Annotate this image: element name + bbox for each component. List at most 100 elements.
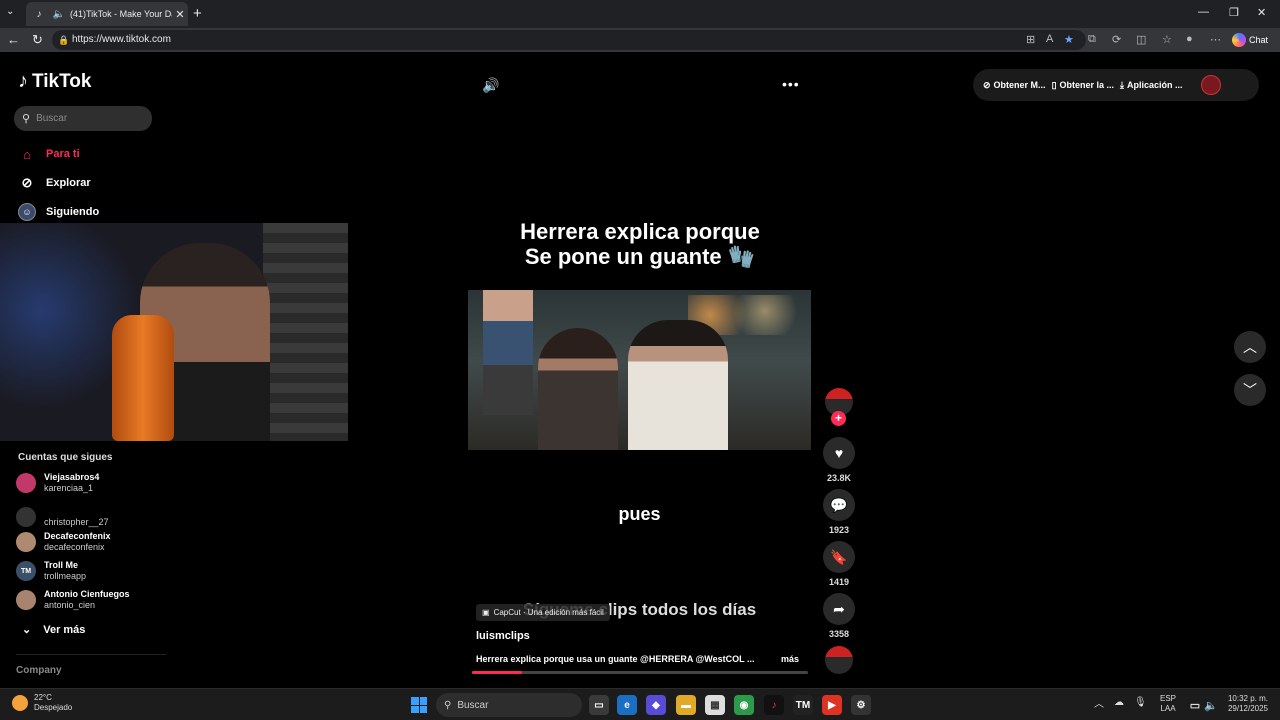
heart-icon: ♥ <box>834 445 844 461</box>
youtube-icon[interactable]: ▶ <box>822 695 842 715</box>
browser-tab-bar: ⌄ ♪ 🔈 (41)TikTok - Make Your Day ✕ + — ❐… <box>0 0 1280 28</box>
like-count: 23.8K <box>826 473 852 483</box>
tiktok-favicon-icon: ♪ <box>36 8 42 20</box>
close-window-button[interactable]: ✕ <box>1257 6 1266 19</box>
chrome-icon[interactable]: ◉ <box>734 695 754 715</box>
like-button[interactable]: ♥ <box>823 437 855 469</box>
video-progress-bar[interactable] <box>472 671 808 674</box>
save-count: 1419 <box>828 577 850 587</box>
save-button[interactable]: 🔖 <box>823 541 855 573</box>
nav-item-siguiendo[interactable]: ☺ Siguiendo <box>18 203 99 221</box>
copilot-chat-button[interactable]: Chat <box>1232 31 1268 49</box>
restore-button[interactable]: ❐ <box>1229 6 1239 19</box>
menu-dots-icon[interactable]: ⋯ <box>1210 33 1221 46</box>
caption-line-2: Se pone un guante 🧤 <box>524 244 756 269</box>
minimize-button[interactable]: — <box>1198 6 1209 18</box>
nav-item-para-ti[interactable]: ⌂ Para ti <box>18 145 80 163</box>
store-icon[interactable]: ▦ <box>705 695 725 715</box>
trollme-app-icon[interactable]: TM <box>793 695 813 715</box>
account-handle: decafeconfenix <box>44 542 105 552</box>
account-name: Antonio Cienfuegos <box>44 589 130 599</box>
comment-icon: 💬 <box>830 496 848 513</box>
follow-plus-button[interactable]: + <box>831 411 846 426</box>
file-explorer-icon[interactable]: ▬ <box>676 695 696 715</box>
share-button[interactable]: ➦ <box>823 593 855 625</box>
search-input[interactable]: ⚲ Buscar <box>14 106 152 131</box>
sound-disc-avatar[interactable] <box>825 646 853 674</box>
previous-video-button[interactable]: ︿ <box>1234 331 1266 363</box>
video-author[interactable]: luismclips <box>476 630 530 642</box>
copilot-app-icon[interactable]: ◆ <box>646 695 666 715</box>
weather-widget[interactable]: 22°C Despejado <box>12 693 72 713</box>
task-view-icon[interactable]: ▭ <box>589 695 609 715</box>
video-subtitle: pues <box>618 504 661 524</box>
clip-person-right <box>628 320 728 450</box>
profile-avatar[interactable] <box>1200 75 1221 95</box>
capcut-badge[interactable]: ▣ CapCut · Una edición más fácil <box>476 604 610 621</box>
avatar <box>16 507 36 527</box>
tiktok-note-icon: ♪ <box>18 70 28 92</box>
get-app-button[interactable]: ▯ Obtener la ... <box>1052 80 1114 91</box>
edge-browser-icon[interactable]: e <box>617 695 637 715</box>
extension-icon[interactable]: ⧉ <box>1088 33 1096 46</box>
url-field[interactable]: 🔒 https://www.tiktok.com <box>52 30 1086 50</box>
comment-button[interactable]: 💬 <box>823 489 855 521</box>
video-description: Herrera explica porque usa un guante @HE… <box>476 654 755 664</box>
home-icon: ⌂ <box>23 146 31 162</box>
favorites-icon[interactable]: ☆ <box>1162 33 1172 46</box>
next-video-button[interactable]: ﹀ <box>1234 374 1266 406</box>
more-description-button[interactable]: más <box>781 654 799 664</box>
new-tab-button[interactable]: + <box>193 5 202 22</box>
account-name: Decafeconfenix <box>44 531 111 541</box>
taskbar-search-input[interactable]: ⚲ Buscar <box>436 693 582 717</box>
account-item[interactable]: Viejasabros4 karenciaa_1 <box>16 470 176 496</box>
taskbar-clock[interactable]: 10:32 p. m. 29/12/2025 <box>1224 694 1268 714</box>
windows-start-button[interactable] <box>411 697 427 713</box>
language-indicator[interactable]: ESP LAA <box>1160 694 1176 714</box>
video-frame[interactable] <box>468 290 811 450</box>
profile-icon[interactable]: ● <box>1186 33 1193 45</box>
browser-tab[interactable]: ♪ 🔈 (41)TikTok - Make Your Day ✕ <box>26 2 188 26</box>
account-item[interactable]: christopher__27 <box>16 504 176 530</box>
tray-overflow-icon[interactable]: ︿ <box>1094 695 1104 710</box>
see-more-button[interactable]: ⌄ Ver más <box>22 623 85 637</box>
more-options-icon[interactable]: ••• <box>782 76 800 92</box>
microphone-icon[interactable]: 🎙 <box>1134 697 1147 708</box>
reload-icon[interactable]: ↻ <box>32 32 43 48</box>
tab-list-dropdown-icon[interactable]: ⌄ <box>6 6 14 17</box>
account-item[interactable]: Antonio Cienfuegos antonio_cien <box>16 587 176 613</box>
account-item[interactable]: TM Troll Me trollmeapp <box>16 558 176 584</box>
tiktok-logo[interactable]: ♪ TikTok <box>18 70 91 93</box>
nav-label-explorar: Explorar <box>46 177 91 189</box>
tiktok-app-icon[interactable]: ♪ <box>764 695 784 715</box>
company-link[interactable]: Company <box>16 665 62 676</box>
system-tray: ︿ ☁ 🎙 <box>1094 695 1147 710</box>
nav-item-explorar[interactable]: ⊘ Explorar <box>18 174 91 192</box>
speaker-icon[interactable]: 🔈 <box>52 9 66 20</box>
tray-app-icon[interactable]: ☁ <box>1114 697 1124 708</box>
account-item[interactable]: Decafeconfenix decafeconfenix <box>16 529 176 555</box>
clock-time: 10:32 p. m. <box>1227 694 1268 703</box>
comment-count: 1923 <box>828 525 850 535</box>
top-actions-pill: ⊘ Obtener M... ▯ Obtener la ... ⤓ Aplicació… <box>973 69 1259 101</box>
volume-icon[interactable]: 🔊 <box>482 77 499 94</box>
favorite-star-icon[interactable]: ★ <box>1064 33 1074 46</box>
desktop-app-button[interactable]: ⤓ Aplicación ... <box>1120 80 1183 91</box>
weather-sun-icon <box>12 695 28 711</box>
copilot-icon <box>1232 33 1246 47</box>
split-screen-icon[interactable]: ◫ <box>1136 33 1146 46</box>
account-handle: antonio_cien <box>44 600 96 610</box>
site-info-icon[interactable]: 🔒 <box>58 30 69 50</box>
clip-bystander <box>483 290 533 415</box>
capcut-icon: ▣ <box>482 608 490 617</box>
translate-icon[interactable]: A <box>1046 33 1053 45</box>
close-tab-icon[interactable]: ✕ <box>172 8 188 21</box>
account-handle: christopher__27 <box>44 516 109 527</box>
settings-app-icon[interactable]: ⚙ <box>851 695 871 715</box>
get-coins-button[interactable]: ⊘ Obtener M... <box>983 80 1046 91</box>
volume-tray-icon[interactable]: 🔈 <box>1201 695 1221 715</box>
back-icon[interactable]: ← <box>7 32 20 47</box>
refresh-extension-icon[interactable]: ⟳ <box>1112 33 1121 46</box>
search-icon: ⚲ <box>22 113 31 125</box>
app-available-icon[interactable]: ⊞ <box>1026 33 1035 46</box>
